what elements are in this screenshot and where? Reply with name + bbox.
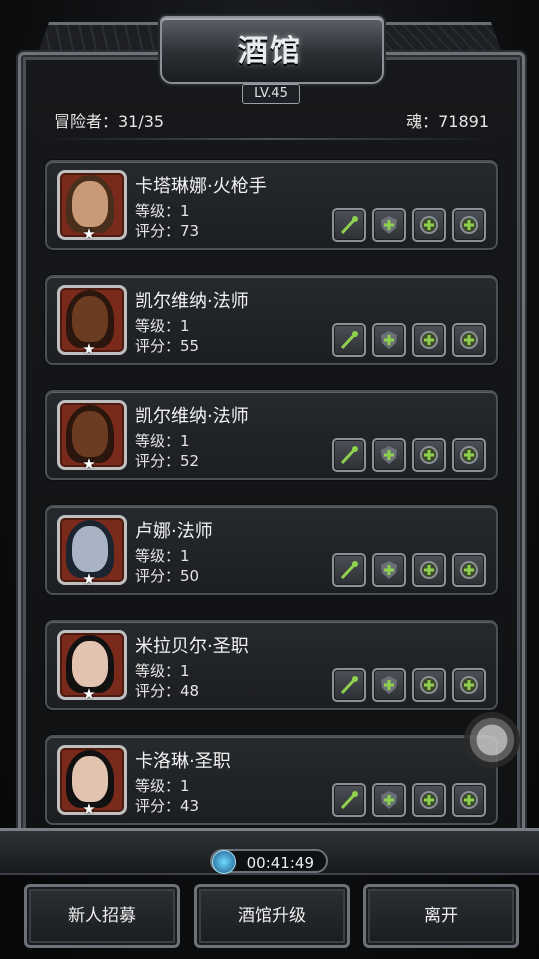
- skill-orb-icon[interactable]: [412, 668, 446, 702]
- hero-name: 凯尔维纳·法师: [135, 291, 249, 312]
- hero-name: 卡洛琳·圣职: [135, 751, 231, 772]
- hero-level: 等级：1: [135, 432, 190, 450]
- skill-orb-icon[interactable]: [412, 553, 446, 587]
- portrait-face: [72, 756, 108, 802]
- skill-orb-icon[interactable]: [412, 783, 446, 817]
- hero-score: 评分：55: [135, 337, 200, 355]
- hero-score: 评分：48: [135, 682, 200, 700]
- hero-score: 评分：73: [135, 222, 200, 240]
- skill-orb-icon[interactable]: [452, 323, 486, 357]
- adventurer-count: 冒险者：31/35: [54, 112, 165, 131]
- skill-orb-icon[interactable]: [412, 208, 446, 242]
- tavern-level-badge: LV.45: [242, 84, 300, 104]
- hero-score: 评分：52: [135, 452, 200, 470]
- floating-assistive-button[interactable]: [464, 712, 520, 768]
- hero-name: 卢娜·法师: [135, 521, 213, 542]
- star-icon: ★: [82, 570, 96, 588]
- skill-staff-icon[interactable]: [332, 783, 366, 817]
- hero-name: 卡塔琳娜·火枪手: [135, 176, 267, 197]
- skill-orb-icon[interactable]: [452, 553, 486, 587]
- hero-card[interactable]: ★ 卡洛琳·圣职 等级：1 评分：43: [45, 735, 498, 825]
- skill-shield-icon[interactable]: [372, 323, 406, 357]
- skill-orb-icon[interactable]: [412, 438, 446, 472]
- skill-staff-icon[interactable]: [332, 208, 366, 242]
- star-icon: ★: [82, 225, 96, 243]
- recruit-button[interactable]: 新人招募: [24, 884, 180, 948]
- hero-card[interactable]: ★ 卢娜·法师 等级：1 评分：50: [45, 505, 498, 595]
- skill-staff-icon[interactable]: [332, 553, 366, 587]
- clock-icon: [212, 850, 236, 874]
- skill-staff-icon[interactable]: [332, 323, 366, 357]
- upgrade-tavern-button[interactable]: 酒馆升级: [194, 884, 350, 948]
- hero-level: 等级：1: [135, 777, 190, 795]
- skill-shield-icon[interactable]: [372, 783, 406, 817]
- leave-button[interactable]: 离开: [363, 884, 519, 948]
- skill-shield-icon[interactable]: [372, 553, 406, 587]
- hero-card[interactable]: ★ 卡塔琳娜·火枪手 等级：1 评分：73: [45, 160, 498, 250]
- skill-orb-icon[interactable]: [452, 208, 486, 242]
- hero-level: 等级：1: [135, 317, 190, 335]
- hero-level: 等级：1: [135, 202, 190, 220]
- hero-score: 评分：50: [135, 567, 200, 585]
- skill-shield-icon[interactable]: [372, 208, 406, 242]
- skill-orb-icon[interactable]: [452, 438, 486, 472]
- skill-staff-icon[interactable]: [332, 438, 366, 472]
- portrait-face: [72, 641, 108, 687]
- star-icon: ★: [82, 800, 96, 818]
- hero-score: 评分：43: [135, 797, 200, 815]
- soul-count: 魂：71891: [406, 112, 489, 131]
- hero-name: 米拉贝尔·圣职: [135, 636, 249, 657]
- star-icon: ★: [82, 455, 96, 473]
- page-title: 酒馆: [238, 34, 302, 69]
- skill-orb-icon[interactable]: [452, 783, 486, 817]
- portrait-face: [72, 181, 108, 227]
- skill-shield-icon[interactable]: [372, 668, 406, 702]
- hero-level: 等级：1: [135, 662, 190, 680]
- hero-level: 等级：1: [135, 547, 190, 565]
- hero-card[interactable]: ★ 凯尔维纳·法师 等级：1 评分：52: [45, 390, 498, 480]
- portrait-face: [72, 526, 108, 572]
- skill-shield-icon[interactable]: [372, 438, 406, 472]
- portrait-face: [72, 411, 108, 457]
- skill-staff-icon[interactable]: [332, 668, 366, 702]
- star-icon: ★: [82, 685, 96, 703]
- star-icon: ★: [82, 340, 96, 358]
- header-divider: [44, 138, 496, 140]
- hero-card[interactable]: ★ 米拉贝尔·圣职 等级：1 评分：48: [45, 620, 498, 710]
- skill-orb-icon[interactable]: [412, 323, 446, 357]
- portrait-face: [72, 296, 108, 342]
- hero-name: 凯尔维纳·法师: [135, 406, 249, 427]
- hero-card[interactable]: ★ 凯尔维纳·法师 等级：1 评分：55: [45, 275, 498, 365]
- skill-orb-icon[interactable]: [452, 668, 486, 702]
